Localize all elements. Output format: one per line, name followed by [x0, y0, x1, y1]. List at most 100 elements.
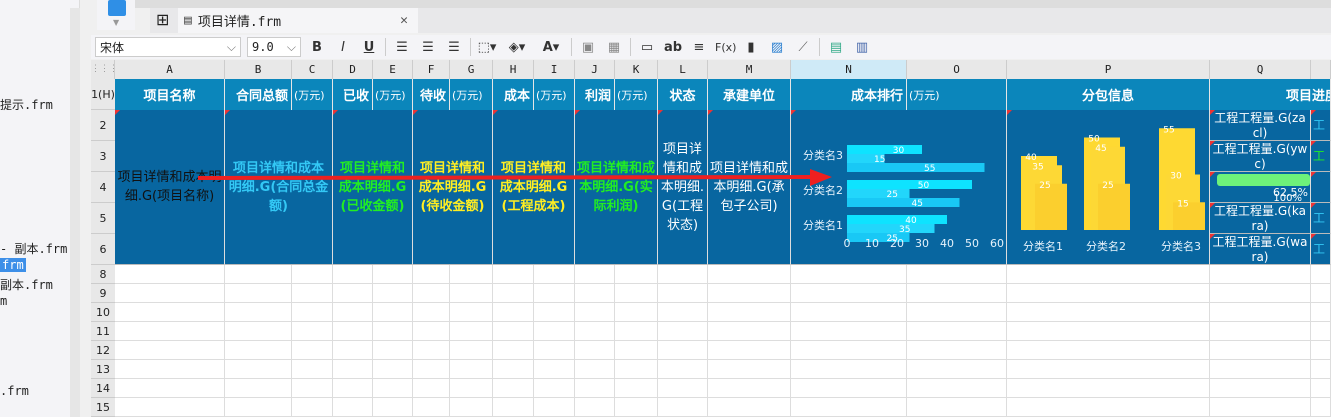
- bold-button[interactable]: B: [307, 40, 327, 55]
- report-icon[interactable]: ▥: [852, 40, 872, 55]
- empty-cell[interactable]: [413, 322, 450, 341]
- empty-cell[interactable]: [413, 341, 450, 360]
- empty-cell[interactable]: [1210, 398, 1311, 417]
- header-cost-rank[interactable]: 成本排行: [791, 79, 907, 110]
- empty-cell[interactable]: [373, 379, 413, 398]
- column-header-A[interactable]: A: [115, 60, 225, 79]
- file-list-item[interactable]: - 副本.frm: [0, 240, 67, 257]
- select-all-corner[interactable]: ⋮⋮⋮: [91, 60, 118, 79]
- header-subcontract[interactable]: 分包信息: [1007, 79, 1210, 110]
- empty-cell[interactable]: [907, 284, 1007, 303]
- empty-cell[interactable]: [658, 265, 708, 284]
- column-header-L[interactable]: L: [658, 60, 708, 79]
- empty-cell[interactable]: [292, 265, 333, 284]
- empty-cell[interactable]: [615, 398, 658, 417]
- file-list-item[interactable]: 副本.frm: [0, 276, 53, 293]
- row-header[interactable]: 4: [91, 172, 115, 203]
- empty-cell[interactable]: [450, 360, 493, 379]
- empty-cell[interactable]: [1311, 284, 1331, 303]
- empty-cell[interactable]: [413, 284, 450, 303]
- empty-cell[interactable]: [791, 265, 907, 284]
- spreadsheet-grid[interactable]: A B C D E F G H I J K L M N O P Q ⋮⋮⋮ 1(H) 2 3 4 5 6 8 9 10 11 12 13 1…: [91, 60, 1331, 417]
- row-header[interactable]: 5: [91, 203, 115, 234]
- column-header-C[interactable]: C: [292, 60, 333, 79]
- empty-cell[interactable]: [225, 284, 292, 303]
- cell-pending[interactable]: 项目详情和成本明细.G(待收金额): [413, 110, 493, 265]
- empty-cell[interactable]: [791, 341, 907, 360]
- empty-cell[interactable]: [615, 284, 658, 303]
- progress-extra-cell[interactable]: 工: [1311, 110, 1331, 141]
- cell-received[interactable]: 项目详情和成本明细.G(已收金额): [333, 110, 413, 265]
- align-right-icon[interactable]: ☰: [444, 40, 464, 55]
- empty-cell[interactable]: [708, 360, 791, 379]
- header-unit[interactable]: (万元): [450, 79, 493, 110]
- empty-cell[interactable]: [534, 284, 575, 303]
- empty-cell[interactable]: [575, 322, 615, 341]
- header-unit[interactable]: (万元): [373, 79, 413, 110]
- empty-cell[interactable]: [493, 360, 534, 379]
- empty-cell[interactable]: [115, 360, 225, 379]
- row-header-1[interactable]: 1(H): [91, 79, 115, 110]
- empty-cell[interactable]: [1311, 322, 1331, 341]
- empty-cell[interactable]: [1007, 341, 1210, 360]
- empty-cell[interactable]: [333, 265, 373, 284]
- subcontract-chart-cell[interactable]: 40 35 25 分类名1 50 45 25 分类名2 55 30 15 分类名3: [1007, 110, 1210, 265]
- row-header[interactable]: 12: [91, 341, 115, 360]
- row-header[interactable]: 9: [91, 284, 115, 303]
- align-center-icon[interactable]: ☰: [418, 40, 438, 55]
- progress-item-cell[interactable]: 工程工程量.G(zacl): [1210, 110, 1311, 141]
- cell-profit[interactable]: 项目详情和成本明细.G(实际利润): [575, 110, 658, 265]
- empty-cell[interactable]: [493, 322, 534, 341]
- empty-cell[interactable]: [708, 398, 791, 417]
- column-header-D[interactable]: D: [333, 60, 373, 79]
- progress-item-cell[interactable]: 工程工程量.G(ywc): [1210, 141, 1311, 172]
- empty-cell[interactable]: [791, 303, 907, 322]
- empty-cell[interactable]: [450, 284, 493, 303]
- header-progress[interactable]: 项目进度: [1210, 79, 1331, 110]
- column-header-B[interactable]: B: [225, 60, 292, 79]
- empty-cell[interactable]: [115, 379, 225, 398]
- underline-button[interactable]: U: [359, 40, 379, 55]
- row-header[interactable]: 14: [91, 379, 115, 398]
- file-list-item[interactable]: m: [0, 294, 7, 308]
- empty-cell[interactable]: [575, 303, 615, 322]
- align-left-icon[interactable]: ☰: [392, 40, 412, 55]
- empty-cell[interactable]: [1007, 360, 1210, 379]
- empty-cell[interactable]: [907, 322, 1007, 341]
- empty-cell[interactable]: [115, 284, 225, 303]
- empty-cell[interactable]: [1311, 379, 1331, 398]
- empty-cell[interactable]: [791, 322, 907, 341]
- empty-cell[interactable]: [658, 360, 708, 379]
- empty-cell[interactable]: [413, 360, 450, 379]
- progress-item-cell[interactable]: 工程工程量.G(wara): [1210, 234, 1311, 265]
- empty-cell[interactable]: [1210, 284, 1311, 303]
- empty-cell[interactable]: [534, 303, 575, 322]
- header-received[interactable]: 已收: [333, 79, 373, 110]
- empty-cell[interactable]: [225, 322, 292, 341]
- column-header-M[interactable]: M: [708, 60, 791, 79]
- empty-cell[interactable]: [791, 379, 907, 398]
- empty-cell[interactable]: [373, 341, 413, 360]
- empty-cell[interactable]: [658, 303, 708, 322]
- empty-cell[interactable]: [493, 398, 534, 417]
- subreport-icon[interactable]: ▤: [826, 40, 846, 55]
- empty-cell[interactable]: [658, 284, 708, 303]
- header-project-name[interactable]: 项目名称: [115, 79, 225, 110]
- empty-cell[interactable]: [333, 360, 373, 379]
- empty-cell[interactable]: [1007, 379, 1210, 398]
- progress-extra-cell[interactable]: 工: [1311, 234, 1331, 265]
- image-icon[interactable]: ▨: [767, 40, 787, 55]
- empty-cell[interactable]: [450, 265, 493, 284]
- row-header[interactable]: 10: [91, 303, 115, 322]
- chart-icon[interactable]: ▮: [741, 40, 761, 55]
- empty-cell[interactable]: [333, 303, 373, 322]
- empty-cell[interactable]: [450, 379, 493, 398]
- empty-cell[interactable]: [413, 398, 450, 417]
- italic-button[interactable]: I: [333, 40, 353, 55]
- formula-icon[interactable]: F(x): [715, 41, 736, 54]
- empty-cell[interactable]: [1210, 265, 1311, 284]
- empty-cell[interactable]: [1210, 303, 1311, 322]
- empty-cell[interactable]: [907, 341, 1007, 360]
- header-contract-total[interactable]: 合同总额: [225, 79, 292, 110]
- column-header-E[interactable]: E: [373, 60, 413, 79]
